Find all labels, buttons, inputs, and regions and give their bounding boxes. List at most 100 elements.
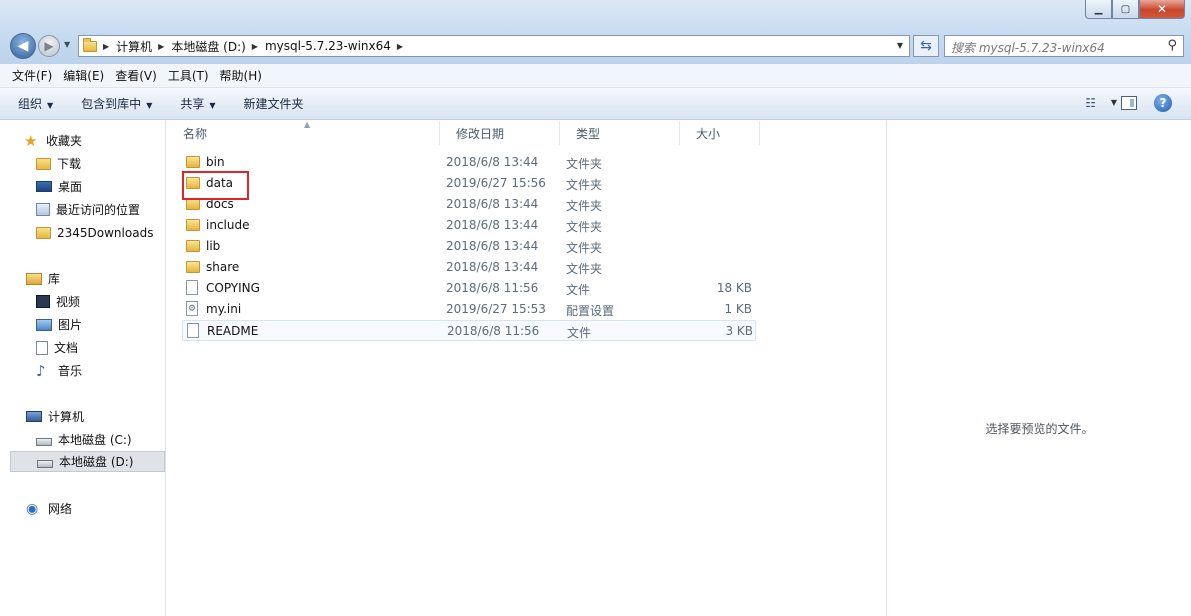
- nav-item-label: 视频: [56, 295, 81, 309]
- share-button[interactable]: 共享 ▼: [180, 95, 215, 112]
- organize-button[interactable]: 组织 ▼: [18, 95, 53, 112]
- chevron-down-icon: ▼: [209, 101, 216, 110]
- menu-help[interactable]: 帮助(H): [220, 67, 262, 84]
- breadcrumb-mysql-folder[interactable]: mysql-5.7.23-winx64: [265, 39, 391, 53]
- chevron-down-icon: ▼: [47, 101, 54, 110]
- table-row[interactable]: COPYING 2018/6/8 11:56 文件 18 KB: [182, 278, 756, 299]
- column-header-type[interactable]: 类型: [560, 121, 680, 145]
- search-icon[interactable]: ⚲: [1167, 38, 1177, 53]
- desktop-icon: [36, 181, 52, 192]
- folder-icon: [186, 219, 200, 231]
- file-type: 文件夹: [566, 220, 603, 234]
- maximize-button[interactable]: ▢: [1112, 0, 1139, 19]
- organize-label: 组织: [18, 97, 43, 111]
- file-size: 1 KB: [724, 302, 752, 316]
- nav-item-label: 本地磁盘 (C:): [58, 433, 132, 447]
- include-in-library-button[interactable]: 包含到库中 ▼: [81, 95, 152, 112]
- command-bar: 组织 ▼ 包含到库中 ▼ 共享 ▼ 新建文件夹 ☷ ▼ ?: [0, 88, 1191, 120]
- table-row[interactable]: docs 2018/6/8 13:44 文件夹: [182, 194, 756, 215]
- nav-item-videos[interactable]: 视频: [36, 291, 164, 312]
- nav-network-label: 网络: [48, 502, 73, 516]
- view-options-icon[interactable]: ☷: [1085, 96, 1096, 110]
- address-bar[interactable]: ▶ 计算机 ▶ 本地磁盘 (D:) ▶ mysql-5.7.23-winx64 …: [78, 35, 910, 57]
- back-button[interactable]: ◀: [10, 33, 36, 59]
- file-size: 18 KB: [716, 281, 752, 295]
- chevron-right-icon[interactable]: ▶: [103, 42, 109, 51]
- minimize-button[interactable]: ▁: [1085, 0, 1112, 19]
- chevron-right-icon[interactable]: ▶: [397, 42, 403, 51]
- breadcrumb-drive-d[interactable]: 本地磁盘 (D:): [171, 38, 245, 55]
- forward-button[interactable]: ▶: [38, 35, 60, 57]
- nav-computer[interactable]: 计算机: [26, 406, 164, 427]
- column-header-name[interactable]: 名称: [167, 121, 440, 145]
- arrow-left-icon: ◀: [17, 38, 29, 54]
- nav-item-recent-places[interactable]: 最近访问的位置: [36, 199, 164, 220]
- nav-item-pictures[interactable]: 图片: [36, 314, 164, 335]
- nav-item-downloads[interactable]: 下载: [36, 153, 164, 174]
- file-type: 文件夹: [566, 157, 603, 171]
- menu-bar: 文件(F) 编辑(E) 查看(V) 工具(T) 帮助(H): [0, 64, 1191, 88]
- file-name: share: [206, 260, 240, 274]
- file-name: COPYING: [206, 281, 260, 295]
- file-type: 文件: [567, 326, 592, 340]
- picture-icon: [36, 318, 52, 331]
- library-icon: [26, 272, 42, 285]
- address-dropdown-icon[interactable]: ▼: [897, 41, 903, 50]
- nav-item-documents[interactable]: 文档: [36, 337, 164, 358]
- nav-item-label: 最近访问的位置: [56, 203, 141, 217]
- refresh-button[interactable]: ⇆: [913, 35, 939, 57]
- nav-item-music[interactable]: ♪ 音乐: [36, 360, 164, 381]
- menu-edit[interactable]: 编辑(E): [63, 67, 104, 84]
- file-date: 2019/6/27 15:56: [446, 176, 546, 190]
- folder-icon: [186, 261, 200, 273]
- table-row[interactable]: include 2018/6/8 13:44 文件夹: [182, 215, 756, 236]
- navigation-pane: ★ 收藏夹 下载 桌面 最近访问的位置 2345Downloads 库 视频 图片…: [0, 121, 166, 616]
- chevron-down-icon[interactable]: ▼: [1111, 98, 1117, 107]
- refresh-icon: ⇆: [920, 38, 932, 54]
- file-date: 2018/6/8 13:44: [446, 155, 539, 169]
- file-date: 2018/6/8 11:56: [447, 324, 540, 338]
- chevron-right-icon[interactable]: ▶: [158, 42, 164, 51]
- table-row[interactable]: data 2019/6/27 15:56 文件夹: [182, 173, 756, 194]
- column-headers: ▲ 名称 修改日期 类型 大小: [167, 120, 886, 145]
- nav-item-drive-d[interactable]: 本地磁盘 (D:): [10, 451, 165, 472]
- file-name: include: [206, 218, 250, 232]
- menu-file[interactable]: 文件(F): [12, 67, 52, 84]
- config-file-icon: [186, 301, 198, 316]
- folder-icon: [36, 226, 51, 239]
- new-folder-button[interactable]: 新建文件夹: [244, 95, 304, 112]
- close-button[interactable]: ✕: [1139, 0, 1185, 19]
- nav-item-label: 桌面: [58, 180, 83, 194]
- file-type: 文件夹: [566, 178, 603, 192]
- nav-item-2345downloads[interactable]: 2345Downloads: [36, 222, 164, 243]
- table-row[interactable]: bin 2018/6/8 13:44 文件夹: [182, 152, 756, 173]
- nav-favorites[interactable]: ★ 收藏夹: [24, 130, 164, 151]
- breadcrumb-computer[interactable]: 计算机: [116, 38, 152, 55]
- menu-tools[interactable]: 工具(T): [168, 67, 209, 84]
- recent-pages-dropdown[interactable]: ▼: [64, 40, 70, 49]
- table-row[interactable]: share 2018/6/8 13:44 文件夹: [182, 257, 756, 278]
- column-header-size[interactable]: 大小: [680, 121, 760, 145]
- file-type: 文件夹: [566, 241, 603, 255]
- document-icon: [36, 340, 48, 355]
- menu-view[interactable]: 查看(V): [115, 67, 157, 84]
- help-button[interactable]: ?: [1154, 94, 1172, 112]
- nav-network[interactable]: ◉ 网络: [26, 498, 164, 519]
- file-type: 配置设置: [566, 304, 615, 318]
- file-size: 3 KB: [725, 324, 753, 338]
- nav-item-drive-c[interactable]: 本地磁盘 (C:): [36, 429, 164, 450]
- nav-libraries[interactable]: 库: [26, 268, 164, 289]
- preview-pane-toggle-button[interactable]: [1121, 96, 1137, 110]
- table-row[interactable]: README 2018/6/8 11:56 文件 3 KB: [182, 320, 756, 341]
- nav-item-desktop[interactable]: 桌面: [36, 176, 164, 197]
- drive-icon: [36, 437, 52, 446]
- file-type: 文件: [566, 283, 591, 297]
- chevron-right-icon[interactable]: ▶: [252, 42, 258, 51]
- table-row[interactable]: lib 2018/6/8 13:44 文件夹: [182, 236, 756, 257]
- column-header-date[interactable]: 修改日期: [440, 121, 560, 145]
- folder-icon: [83, 37, 97, 52]
- nav-item-label: 音乐: [58, 364, 83, 378]
- file-date: 2018/6/8 13:44: [446, 239, 539, 253]
- search-input[interactable]: 搜索 mysql-5.7.23-winx64 ⚲: [944, 35, 1184, 57]
- table-row[interactable]: my.ini 2019/6/27 15:53 配置设置 1 KB: [182, 299, 756, 320]
